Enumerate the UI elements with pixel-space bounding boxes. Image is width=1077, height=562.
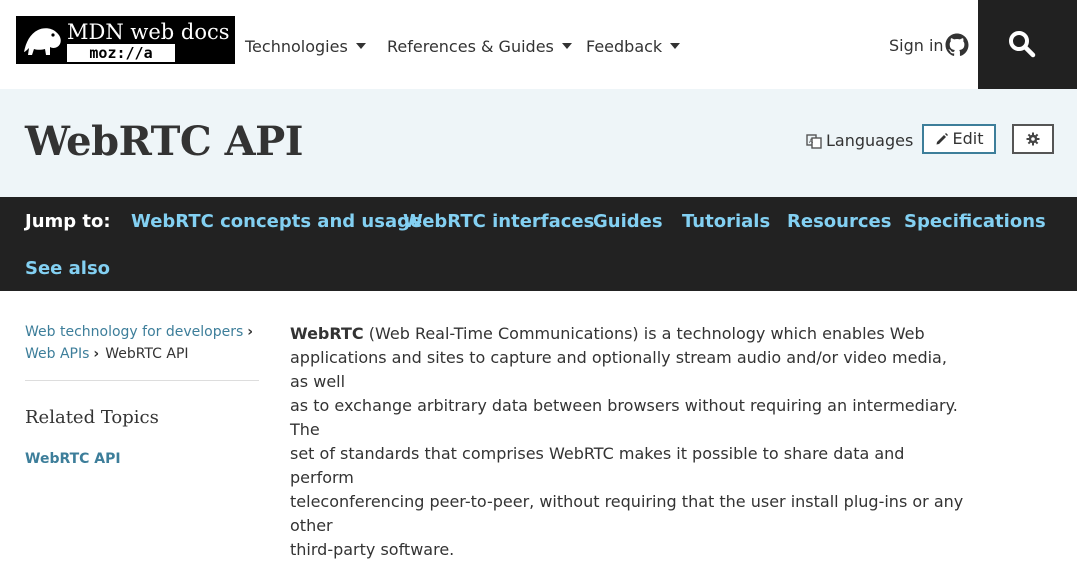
breadcrumb: Web technology for developers › <box>25 322 259 342</box>
intro-term: WebRTC <box>290 324 364 343</box>
site-header: MDN web docs moz://a Technologies Refere… <box>0 0 1077 89</box>
breadcrumb-current: WebRTC API <box>105 346 189 362</box>
chevron-right-icon: › <box>247 324 254 340</box>
article-intro: WebRTC (Web Real-Time Communications) is… <box>290 322 970 562</box>
jump-link-guides[interactable]: Guides <box>593 210 663 234</box>
nav-label: Technologies <box>245 37 348 56</box>
mdn-logo[interactable]: MDN web docs moz://a <box>16 16 235 64</box>
edit-label: Edit <box>952 129 984 148</box>
gear-icon <box>1026 132 1040 146</box>
nav-label: Feedback <box>586 37 663 56</box>
breadcrumb: Web APIs › WebRTC API <box>25 344 189 364</box>
intro-line: as to exchange arbitrary data between br… <box>290 396 958 439</box>
nav-technologies[interactable]: Technologies <box>245 36 366 58</box>
jump-link-interfaces[interactable]: WebRTC interfaces <box>403 210 594 234</box>
nav-references-guides[interactable]: References & Guides <box>387 36 572 58</box>
caret-down-icon <box>670 43 681 49</box>
title-band: WebRTC API A Languages Edit <box>0 89 1077 197</box>
intro-line: applications and sites to capture and op… <box>290 348 947 391</box>
nav-label: References & Guides <box>387 37 554 56</box>
translate-icon: A <box>806 134 822 149</box>
search-icon <box>1009 31 1036 58</box>
intro-paragraph: WebRTC (Web Real-Time Communications) is… <box>290 322 970 562</box>
jump-to-label: Jump to: <box>25 211 111 232</box>
breadcrumb-link[interactable]: Web technology for developers <box>25 324 243 340</box>
dinosaur-icon <box>24 28 61 55</box>
sidebar-divider <box>25 380 259 381</box>
languages-button[interactable]: A Languages <box>806 129 913 153</box>
intro-line: teleconferencing peer-to-peer, without r… <box>290 492 964 535</box>
sign-in-link[interactable]: Sign in <box>889 34 944 58</box>
page-title: WebRTC API <box>25 118 303 165</box>
jump-link-specifications[interactable]: Specifications <box>904 210 1046 234</box>
jump-link-resources[interactable]: Resources <box>787 210 891 234</box>
related-link-webrtc-api[interactable]: WebRTC API <box>25 449 121 469</box>
github-icon[interactable] <box>945 33 969 57</box>
intro-line: third-party software. <box>290 540 455 559</box>
nav-feedback[interactable]: Feedback <box>586 36 681 58</box>
jump-link-tutorials[interactable]: Tutorials <box>682 210 770 234</box>
breadcrumb-link[interactable]: Web APIs <box>25 346 89 362</box>
mozilla-wordmark: moz://a <box>67 44 175 62</box>
intro-line: (Web Real-Time Communications) is a tech… <box>363 324 925 343</box>
settings-button[interactable] <box>1012 124 1054 154</box>
caret-down-icon <box>561 43 572 49</box>
jump-link-concepts[interactable]: WebRTC concepts and usage <box>131 210 422 234</box>
chevron-right-icon: › <box>93 346 100 362</box>
pencil-icon <box>936 133 948 145</box>
jump-link-see-also[interactable]: See also <box>25 257 110 281</box>
caret-down-icon <box>355 43 366 49</box>
edit-button[interactable]: Edit <box>922 124 996 154</box>
jump-to-bar: Jump to: WebRTC concepts and usage WebRT… <box>0 197 1077 291</box>
search-button[interactable] <box>978 0 1077 89</box>
logo-text: MDN web docs <box>67 20 230 44</box>
related-topics-heading: Related Topics <box>25 407 159 428</box>
languages-label: Languages <box>826 131 914 150</box>
